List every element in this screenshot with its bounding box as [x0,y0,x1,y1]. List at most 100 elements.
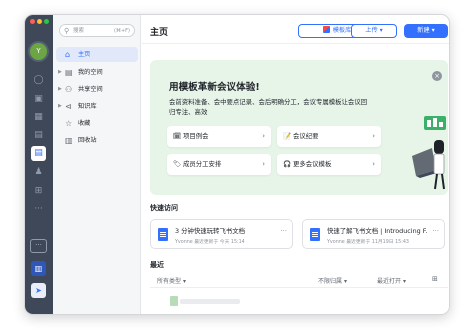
quick-access-title: 快速访问 [150,204,178,212]
book-icon: ⊲ [65,102,72,111]
type-filter-label: 所有类型 [157,278,182,285]
chevron-right-icon: › [262,160,265,168]
chevron-right-icon: › [372,132,375,140]
template-chip-label: 成员分工安排 [183,160,222,168]
video-icon[interactable]: ▣ [33,94,44,104]
sidebar-item-label: 知识库 [78,103,97,110]
sidebar-item-favorites[interactable]: ☆ 收藏 [56,116,138,131]
meeting-illustration-icon [412,116,446,190]
card-meta: Yvonne 最近更新于 11月19日 15:43 [327,240,409,245]
sidebar-item-label: 共享空间 [78,86,103,93]
sidebar-item-label: 收藏 [78,120,91,127]
template-chip-project-meeting[interactable]: 🗓 项目例会 › [167,126,271,147]
sidebar: ⚲ 搜索 (⌘+F) ⌂ 主页 ▶ ▤ 我的空间 ▶ ⚇ 共享空间 ▶ ⊲ 知识… [53,15,141,314]
template-icon [322,26,330,33]
contacts-icon[interactable]: ♟ [33,167,44,177]
close-icon[interactable]: × [432,71,442,81]
chevron-down-icon: ▾ [431,27,435,34]
avatar[interactable]: Y [30,43,47,60]
chevron-down-icon: ▾ [182,278,186,285]
template-chip-more[interactable]: 🎧 更多会议模板 › [277,154,381,175]
search-placeholder: 搜索 [73,28,85,34]
sidebar-item-wiki[interactable]: ▶ ⊲ 知识库 [56,99,138,114]
grid-icon[interactable]: ▤ [33,130,44,140]
tag-icon: 🏷 [173,160,182,168]
sidebar-item-label: 主页 [78,51,91,58]
header-divider [142,43,449,44]
document-icon [170,296,178,306]
recent-title: 最近 [150,261,164,269]
sidebar-item-trash[interactable]: ▥ 回收站 [56,133,138,148]
search-icon: ⚲ [64,27,70,35]
calendar-icon[interactable]: ▦ [33,112,44,122]
more-icon[interactable]: ··· [432,227,439,235]
apps-icon[interactable]: ⊞ [33,186,44,196]
app-rail: Y ◯ ▣ ▦ ▤ ▤ ♟ ⊞ ··· ··· ▥ ➤ [25,15,53,314]
more-apps-button[interactable]: ··· [30,239,47,253]
search-input[interactable]: ⚲ 搜索 (⌘+F) [59,24,135,37]
chevron-right-icon[interactable]: ▶ [58,99,62,114]
quick-access-card[interactable]: 快速了解飞书文档 | Introducing F... Yvonne 最近更新于… [302,219,445,249]
new-button[interactable]: 新建 ▾ [404,24,448,38]
zoom-window-button[interactable] [44,19,49,24]
main-content: 主页 模板库 上传 ▾ 新建 ▾ 用模板革新会议体验! 会前资料准备、会中要点记… [142,15,449,314]
type-filter[interactable]: 所有类型 ▾ [157,276,186,285]
notes-icon: 📝 [283,132,292,140]
table-header-divider [150,287,448,288]
upload-label: 上传 [365,27,378,34]
quick-access-card[interactable]: 3 分钟快速玩转飞书文档 Yvonne 最近更新于 今天 15:14 ··· [150,219,293,249]
table-row[interactable] [180,299,240,304]
home-icon: ⌂ [65,50,71,59]
card-title: 快速了解飞书文档 | Introducing F... [327,227,427,235]
page-title: 主页 [150,28,169,38]
analytics-app-icon[interactable]: ▥ [31,261,46,276]
more-icon[interactable]: ··· [33,204,44,214]
template-chip-label: 项目例会 [183,132,209,140]
sort-filter-label: 最近打开 [377,278,402,285]
banner-description: 会前资料准备、会中要点记录、会后明确分工，会议专属模板让会议回归专注、高效 [169,98,368,116]
send-app-icon[interactable]: ➤ [31,283,46,298]
owner-filter-label: 不限归属 [318,278,343,285]
template-chip-label: 会议纪要 [293,132,319,140]
document-icon [310,228,320,241]
sidebar-item-my-space[interactable]: ▶ ▤ 我的空间 [56,65,138,80]
calendar-icon: 🗓 [173,132,182,140]
new-label: 新建 [417,27,430,34]
folder-icon: ▤ [65,68,73,77]
template-chip-label: 更多会议模板 [293,160,332,168]
template-chip-minutes[interactable]: 📝 会议纪要 › [277,126,381,147]
chevron-right-icon: › [262,132,265,140]
upload-button[interactable]: 上传 ▾ [351,24,397,38]
star-icon: ☆ [65,119,73,128]
chevron-right-icon: › [372,160,375,168]
docs-icon[interactable]: ▤ [31,146,46,161]
owner-filter[interactable]: 不限归属 ▾ [318,276,347,285]
grid-view-icon[interactable]: ⊞ [432,275,438,283]
more-icon[interactable]: ··· [280,227,287,235]
chevron-right-icon[interactable]: ▶ [58,82,62,97]
chevron-down-icon: ▾ [379,27,383,34]
headset-icon: 🎧 [283,160,292,168]
chat-icon[interactable]: ◯ [33,75,44,85]
template-chip-task-assignment[interactable]: 🏷 成员分工安排 › [167,154,271,175]
chevron-down-icon: ▾ [343,278,347,285]
close-window-button[interactable] [30,19,35,24]
document-icon [158,228,168,241]
card-title: 3 分钟快速玩转飞书文档 [175,227,246,235]
trash-icon: ▥ [65,136,73,145]
search-shortcut: (⌘+F) [114,28,130,34]
app-window: Y ◯ ▣ ▦ ▤ ▤ ♟ ⊞ ··· ··· ▥ ➤ ⚲ 搜索 (⌘+F) ⌂… [24,14,450,315]
sort-filter[interactable]: 最近打开 ▾ [377,276,406,285]
chevron-right-icon[interactable]: ▶ [58,65,62,80]
banner-title: 用模板革新会议体验! [169,82,260,93]
minimize-window-button[interactable] [37,19,42,24]
template-banner: 用模板革新会议体验! 会前资料准备、会中要点记录、会后明确分工，会议专属模板让会… [150,60,448,195]
template-library-label: 模板库 [332,27,352,34]
chevron-down-icon: ▾ [402,278,406,285]
sidebar-item-label: 我的空间 [78,69,103,76]
sidebar-item-home[interactable]: ⌂ 主页 [56,47,138,62]
users-icon: ⚇ [65,85,73,94]
sidebar-item-shared-space[interactable]: ▶ ⚇ 共享空间 [56,82,138,97]
sidebar-item-label: 回收站 [78,137,97,144]
card-meta: Yvonne 最近更新于 今天 15:14 [175,240,245,245]
